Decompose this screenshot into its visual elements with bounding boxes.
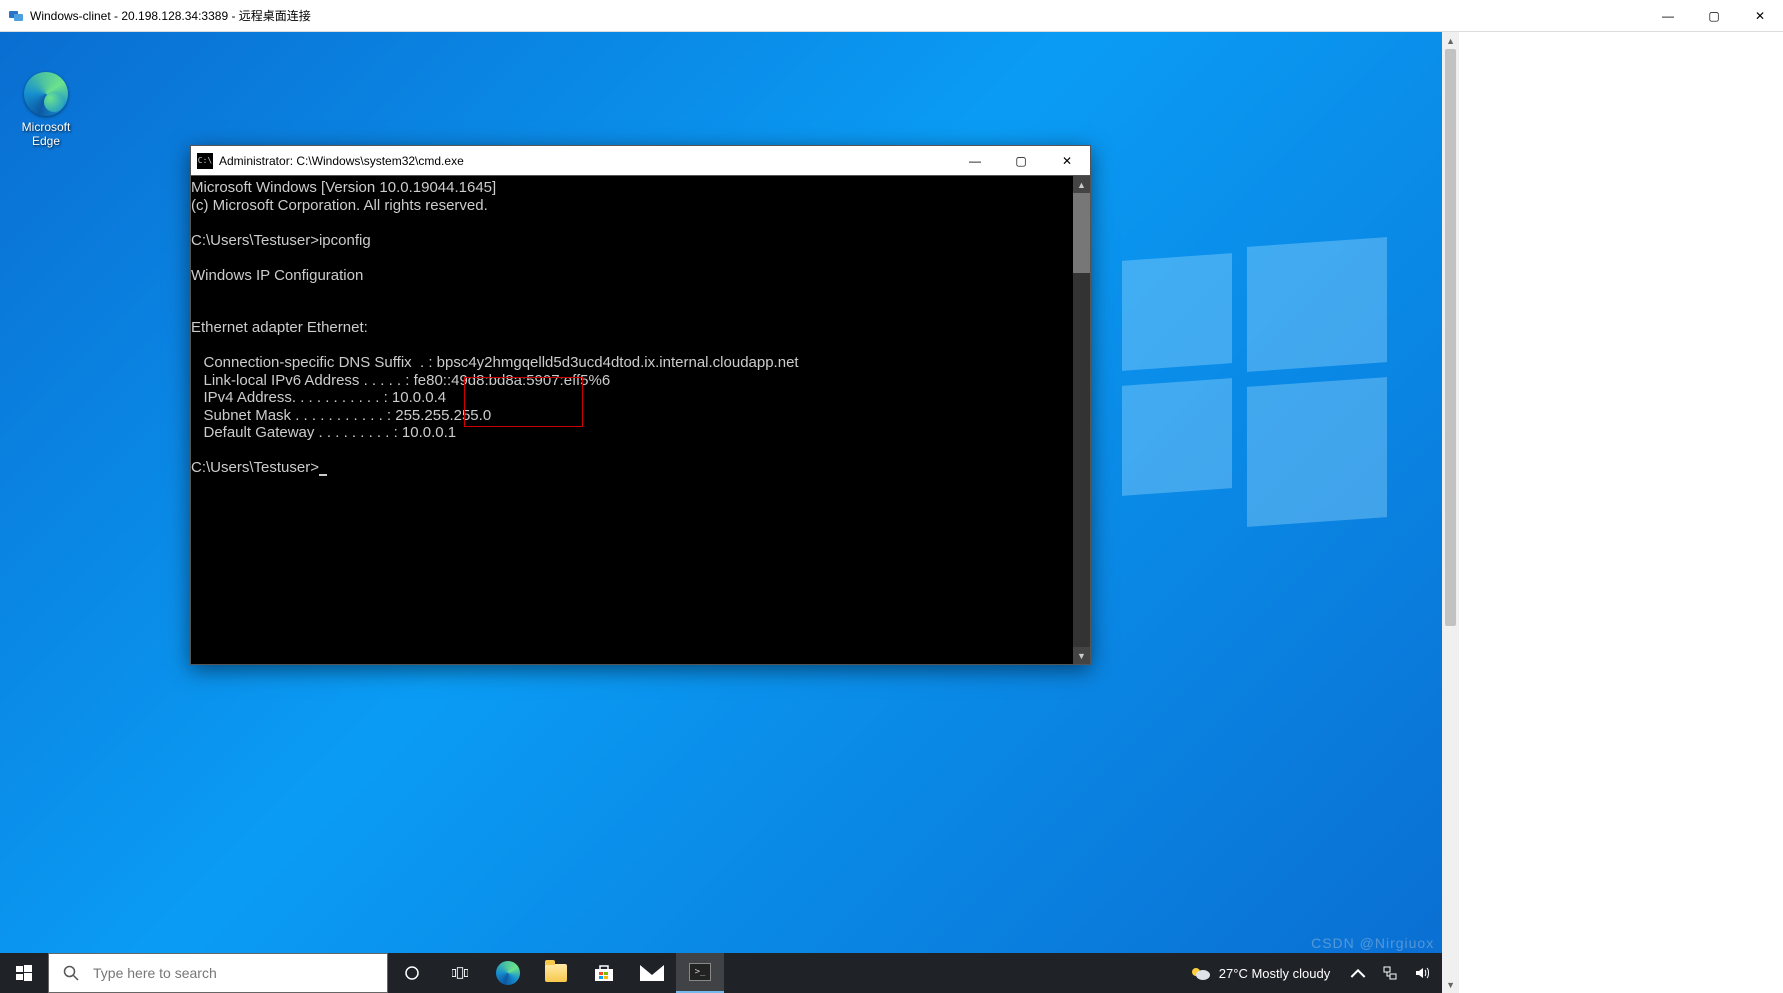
rdp-icon [8,8,24,24]
cmd-maximize-button[interactable]: ▢ [998,146,1044,175]
task-view-button[interactable] [436,953,484,993]
start-button[interactable] [0,953,48,993]
cortana-button[interactable] [388,953,436,993]
desktop-icon-edge[interactable]: Microsoft Edge [8,72,84,148]
cmd-cursor [319,474,327,476]
scroll-up-icon[interactable]: ▲ [1442,32,1459,49]
taskbar[interactable]: Type here to search >_ 27°C Mostly cloud… [0,953,1442,993]
mail-icon [640,965,664,981]
taskbar-app-edge[interactable] [484,953,532,993]
scroll-down-icon[interactable]: ▼ [1073,647,1090,664]
host-close-button[interactable]: ✕ [1737,0,1783,32]
folder-icon [545,964,567,982]
viewport-scrollbar[interactable]: ▲ ▼ [1442,32,1459,993]
search-icon [63,965,79,981]
cmd-scrollbar[interactable]: ▲ ▼ [1073,176,1090,664]
cmd-title-text: Administrator: C:\Windows\system32\cmd.e… [219,154,464,168]
tray-network[interactable] [1376,965,1404,981]
scroll-thumb[interactable] [1445,49,1456,626]
wallpaper-windows-logo [1122,242,1382,502]
cmd-window[interactable]: C:\ Administrator: C:\Windows\system32\c… [190,145,1091,665]
network-icon [1382,965,1398,981]
remote-desktop[interactable]: Microsoft Edge C:\ Administrator: C:\Win… [0,32,1442,993]
edge-icon [24,72,68,116]
desktop-icon-label: Microsoft [8,120,84,134]
taskbar-app-explorer[interactable] [532,953,580,993]
system-tray[interactable]: 27°C Mostly cloudy [1179,953,1442,993]
taskbar-app-store[interactable] [580,953,628,993]
taskbar-search[interactable]: Type here to search [48,953,388,993]
host-minimize-button[interactable]: — [1645,0,1691,32]
taskbar-weather[interactable]: 27°C Mostly cloudy [1179,964,1340,982]
cmd-titlebar[interactable]: C:\ Administrator: C:\Windows\system32\c… [191,146,1090,176]
search-placeholder: Type here to search [93,965,217,981]
taskbar-app-mail[interactable] [628,953,676,993]
rdp-host-title: Windows-clinet - 20.198.128.34:3389 - 远程… [30,7,311,24]
rdp-host-titlebar[interactable]: Windows-clinet - 20.198.128.34:3389 - 远程… [0,0,1783,32]
desktop-icon-label-2: Edge [8,134,84,148]
cmd-close-button[interactable]: ✕ [1044,146,1090,175]
store-icon [593,963,615,983]
weather-icon [1189,964,1211,982]
terminal-icon: >_ [689,963,711,981]
scroll-up-icon[interactable]: ▲ [1073,176,1090,193]
host-window-gutter [1459,32,1783,993]
windows-icon [16,965,32,981]
cmd-minimize-button[interactable]: — [952,146,998,175]
csdn-watermark: CSDN @Nirgiuox [1311,935,1434,951]
scroll-down-icon[interactable]: ▼ [1442,976,1459,993]
tray-volume[interactable] [1408,965,1436,981]
edge-icon [496,961,520,985]
cmd-output[interactable]: Microsoft Windows [Version 10.0.19044.16… [191,176,1073,664]
chevron-up-icon [1350,965,1366,981]
task-view-icon [452,965,468,981]
volume-icon [1414,965,1430,981]
cortana-icon [404,965,420,981]
weather-text: 27°C Mostly cloudy [1219,966,1330,981]
tray-chevron[interactable] [1344,965,1372,981]
taskbar-app-cmd[interactable]: >_ [676,953,724,993]
host-maximize-button[interactable]: ▢ [1691,0,1737,32]
scroll-thumb[interactable] [1073,193,1090,273]
cmd-icon: C:\ [197,153,213,169]
